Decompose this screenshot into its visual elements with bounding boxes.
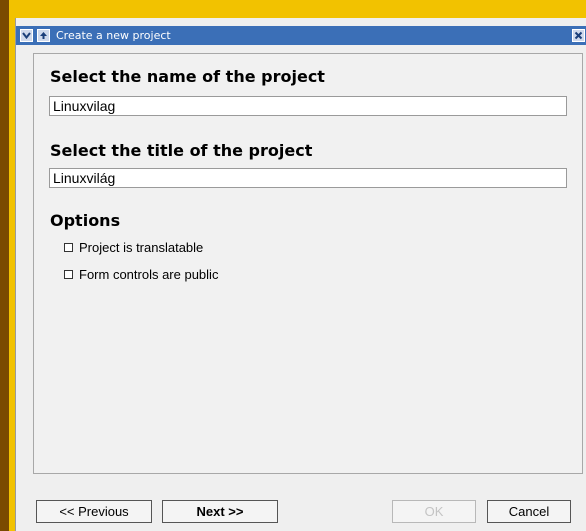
project-title-heading: Select the title of the project	[50, 141, 313, 160]
window-title: Create a new project	[56, 29, 171, 42]
options-heading: Options	[50, 211, 121, 230]
cancel-button[interactable]: Cancel	[487, 500, 571, 523]
project-name-input[interactable]	[49, 96, 567, 116]
wizard-page: Select the name of the project Select th…	[33, 53, 583, 474]
project-name-heading: Select the name of the project	[50, 67, 325, 86]
project-title-input[interactable]	[49, 168, 567, 188]
next-button[interactable]: Next >>	[162, 500, 278, 523]
ok-button: OK	[392, 500, 476, 523]
title-bar[interactable]: Create a new project	[16, 26, 586, 45]
chevron-down-icon[interactable]	[20, 29, 33, 42]
dialog-window: Create a new project Select the name of …	[15, 18, 586, 531]
option-translatable[interactable]: Project is translatable	[64, 240, 203, 255]
desktop-background	[9, 0, 586, 14]
desktop-left-strip	[0, 0, 9, 531]
close-icon[interactable]	[572, 29, 585, 42]
public-controls-label: Form controls are public	[79, 267, 219, 282]
arrow-up-icon[interactable]	[37, 29, 50, 42]
translatable-label: Project is translatable	[79, 240, 204, 255]
option-public-controls[interactable]: Form controls are public	[64, 267, 218, 282]
previous-button[interactable]: << Previous	[36, 500, 152, 523]
translatable-checkbox[interactable]	[64, 243, 73, 252]
public-controls-checkbox[interactable]	[64, 270, 73, 279]
